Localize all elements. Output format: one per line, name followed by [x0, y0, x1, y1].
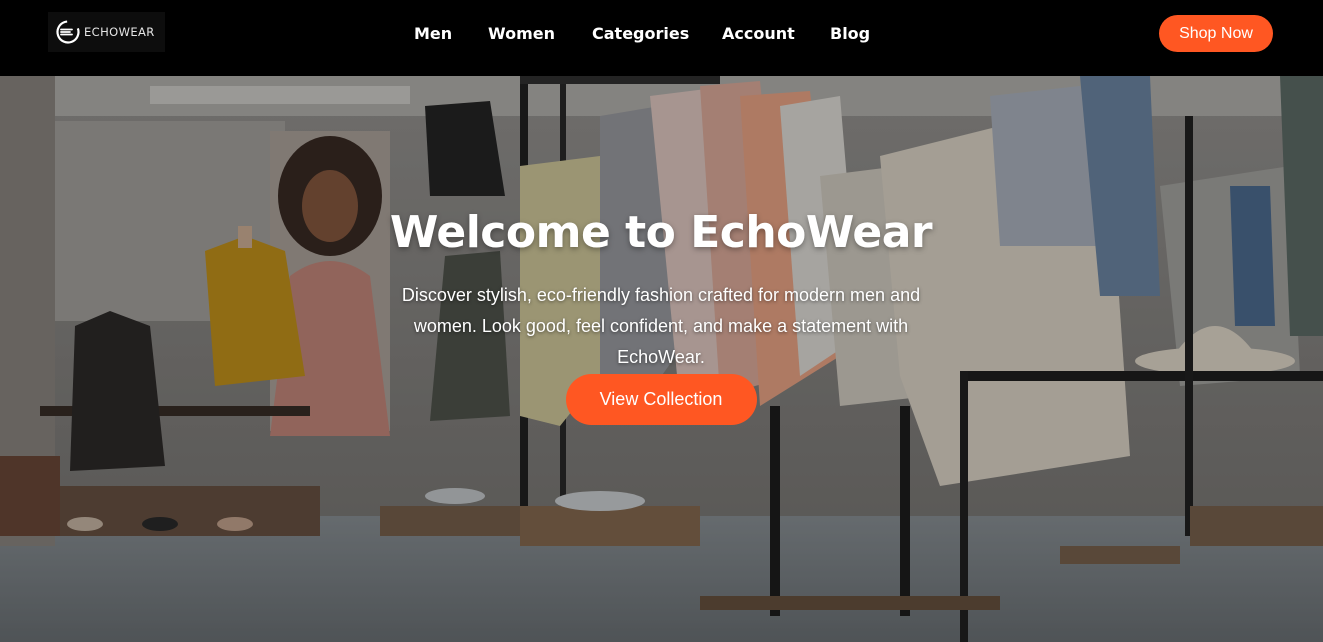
top-navigation-bar: ECHOWEAR Men Women Categories Account Bl…	[0, 0, 1323, 76]
hero-section: Welcome to EchoWear Discover stylish, ec…	[0, 76, 1323, 642]
view-collection-button[interactable]: View Collection	[565, 374, 757, 425]
nav-item-blog[interactable]: Blog	[830, 24, 870, 43]
nav-item-men[interactable]: Men	[414, 24, 452, 43]
hero-description: Discover stylish, eco-friendly fashion c…	[401, 285, 921, 367]
hero-content: Welcome to EchoWear Discover stylish, ec…	[361, 204, 961, 425]
hero-title: Welcome to EchoWear	[389, 207, 933, 258]
nav-item-account[interactable]: Account	[722, 24, 795, 43]
nav-item-categories[interactable]: Categories	[592, 24, 689, 43]
nav-item-women[interactable]: Women	[488, 24, 555, 43]
shop-now-button[interactable]: Shop Now	[1159, 15, 1273, 52]
main-nav: Men Women Categories Account Blog	[0, 24, 1323, 46]
